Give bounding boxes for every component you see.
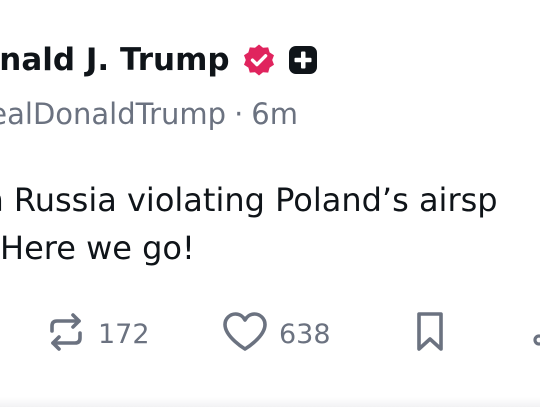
plus-square-icon xyxy=(288,45,318,75)
like-button[interactable]: 638 xyxy=(221,304,331,364)
author-display-name[interactable]: onald J. Trump xyxy=(0,42,230,78)
heart-icon xyxy=(221,310,269,358)
repost-icon xyxy=(44,310,88,358)
post-body-line-2: Here we go! xyxy=(0,229,195,267)
post-body-line-1: ith Russia violating Poland’s airsp xyxy=(0,181,498,219)
post-actions: 172 638 xyxy=(0,304,540,364)
bookmark-button[interactable] xyxy=(410,304,450,364)
truth-post: onald J. Trump realDonaldTrump · 6m ith … xyxy=(0,0,540,407)
post-timestamp[interactable]: 6m xyxy=(251,97,298,131)
author-handle[interactable]: realDonaldTrump xyxy=(0,97,226,131)
share-button[interactable] xyxy=(530,304,540,364)
author-handle-row: realDonaldTrump · 6m xyxy=(0,94,298,134)
verified-check-icon xyxy=(242,43,276,77)
like-count: 638 xyxy=(279,318,331,350)
repost-count: 172 xyxy=(98,318,150,350)
share-icon xyxy=(530,310,540,358)
author-row: onald J. Trump xyxy=(0,38,318,82)
bottom-edge xyxy=(0,397,540,407)
repost-button[interactable]: 172 xyxy=(44,304,150,364)
bookmark-icon xyxy=(410,308,450,360)
meta-separator: · xyxy=(234,97,244,131)
post-body: ith Russia violating Poland’s airsp Here … xyxy=(0,176,540,272)
